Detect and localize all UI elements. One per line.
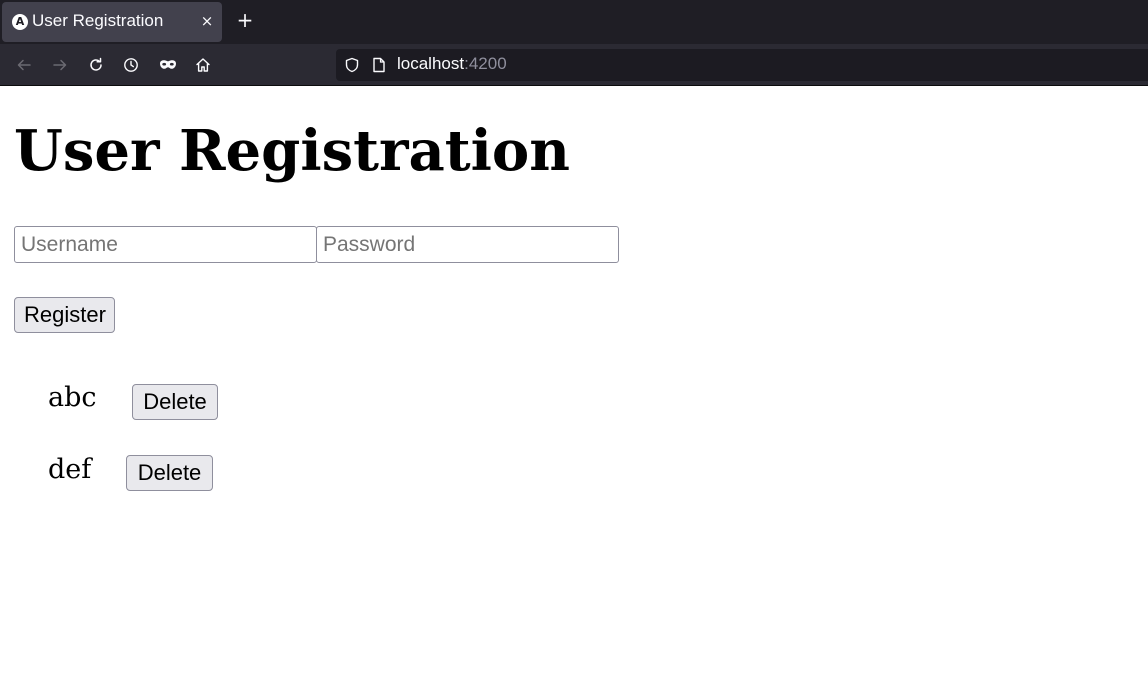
username-input[interactable] [14,226,317,263]
address-bar[interactable]: localhost:4200 [336,49,1148,81]
delete-user-button[interactable]: Delete [132,384,218,420]
new-tab-button[interactable]: + [234,9,256,31]
forward-icon[interactable] [48,54,72,76]
page-info-icon[interactable] [372,57,386,73]
home-icon[interactable] [191,54,215,76]
user-name: abc [48,382,97,413]
tab-strip: A User Registration × + [0,0,1148,44]
private-browsing-icon[interactable] [156,54,180,76]
user-name: def [48,454,92,485]
history-icon[interactable] [119,54,143,76]
delete-user-button[interactable]: Delete [126,455,213,491]
url-port: :4200 [464,54,507,73]
url-text[interactable]: localhost:4200 [397,54,507,74]
url-host: localhost [397,54,465,73]
back-icon[interactable] [12,54,36,76]
tab-close-icon[interactable]: × [200,11,214,31]
tracking-protection-shield-icon[interactable] [344,57,360,73]
reload-icon[interactable] [84,54,108,76]
password-input[interactable] [316,226,619,263]
tab-title: User Registration [32,11,164,30]
tab-user-registration[interactable]: A User Registration × [2,2,222,42]
navigation-toolbar: localhost:4200 [0,44,1148,86]
page-title: User Registration [14,118,570,184]
register-button[interactable]: Register [14,297,115,333]
angular-favicon-icon: A [12,14,28,30]
